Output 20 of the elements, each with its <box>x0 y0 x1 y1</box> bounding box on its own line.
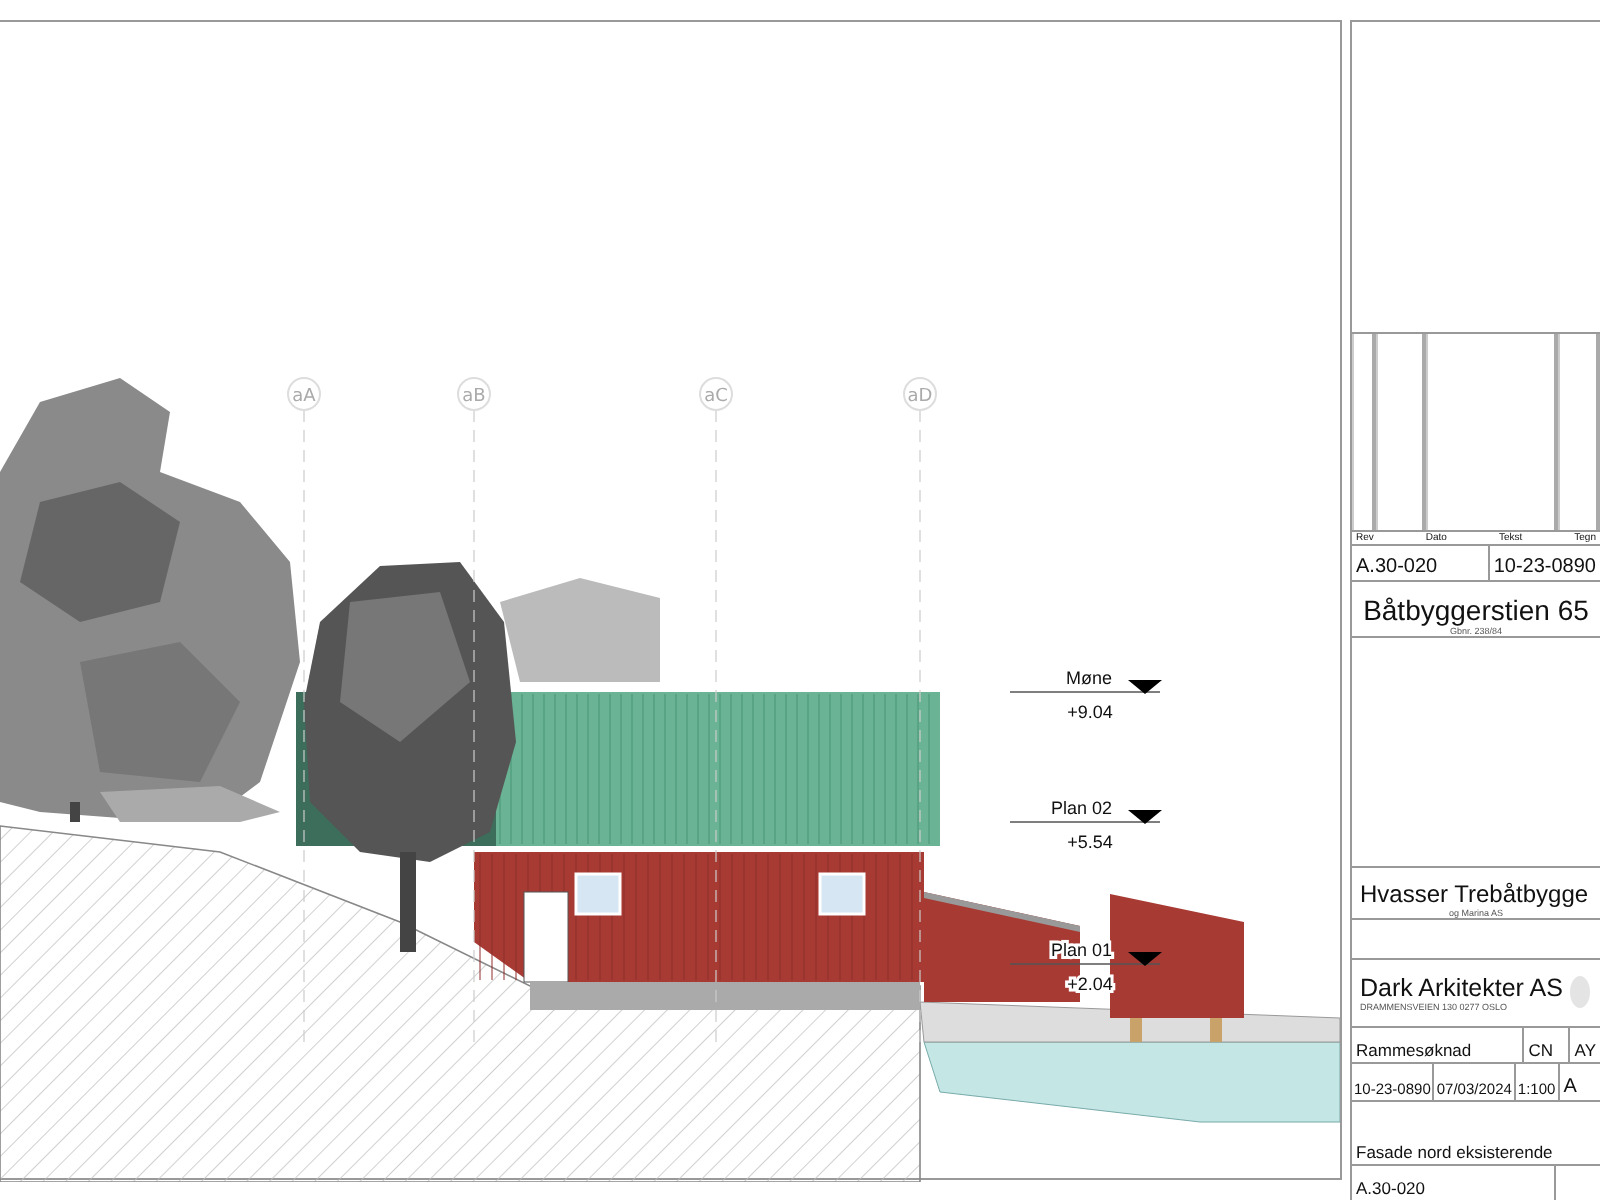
sheet-size: A <box>1557 1064 1600 1100</box>
level-elevation: +5.54 <box>1067 832 1113 852</box>
logo-icon <box>1570 976 1591 1009</box>
drawn-by: CN <box>1522 1027 1569 1063</box>
client-name: Hvasser Trebåtbygge <box>1358 879 1589 908</box>
grid-label: aA <box>292 387 316 407</box>
level-name: Plan 02 <box>1050 798 1112 818</box>
drawing-title: Fasade nord eksisterende <box>1354 1141 1555 1164</box>
application-type: Rammesøknad <box>1354 1040 1474 1063</box>
grid-label: aC <box>704 387 728 407</box>
drawing-number: A.30-020 <box>1354 1177 1427 1200</box>
drawing-number: A.30-020 <box>1354 555 1440 580</box>
project-name: Båtbyggerstien 65 <box>1363 593 1589 626</box>
level-elevation: +9.04 <box>1067 702 1113 722</box>
project-number: 10-23-0890 <box>1487 545 1600 580</box>
architect-name: Dark Arkitekter AS <box>1360 973 1563 1002</box>
grid-label: aD <box>907 387 933 407</box>
checked-by: AY <box>1568 1027 1600 1063</box>
grid-label: aB <box>462 387 486 407</box>
level-name: Møne <box>1065 668 1112 688</box>
